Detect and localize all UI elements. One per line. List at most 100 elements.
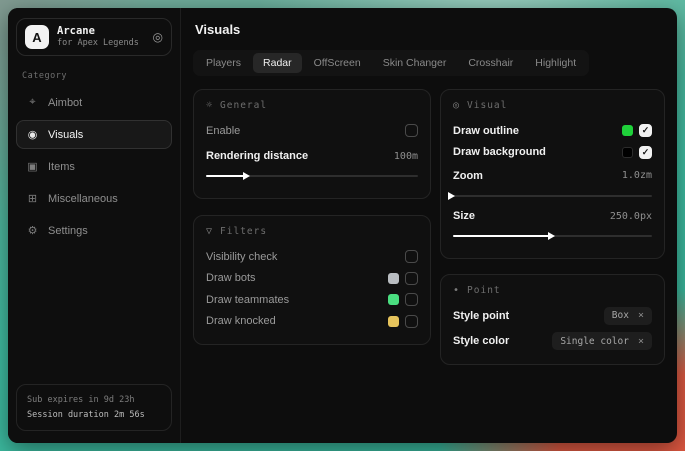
tab-skin-changer[interactable]: Skin Changer	[373, 53, 457, 73]
eye-icon: ◎	[453, 100, 460, 111]
sidebar-item-visuals[interactable]: ◉ Visuals	[16, 120, 172, 149]
size-row: Size 250.0px	[453, 206, 652, 228]
tab-offscreen[interactable]: OffScreen	[304, 53, 371, 73]
app-window: A Arcane for Apex Legends ◎ Category ⌖ A…	[8, 8, 677, 443]
sidebar-item-label: Items	[48, 161, 75, 173]
grid-icon: ⊞	[26, 192, 39, 205]
general-panel: ☼ General Enable Rendering distance 100m	[193, 89, 431, 199]
draw-teammates-checkbox[interactable]	[405, 293, 418, 306]
point-panel-title: Point	[467, 285, 501, 296]
filters-panel-title: Filters	[220, 226, 267, 237]
dot-icon: •	[453, 285, 460, 296]
draw-outline-label: Draw outline	[453, 125, 519, 137]
visual-panel: ◎ Visual Draw outline ✓ Draw background	[440, 89, 665, 259]
style-color-chip[interactable]: Single color ×	[552, 332, 652, 350]
enable-label: Enable	[206, 125, 240, 137]
sidebar-nav: ⌖ Aimbot ◉ Visuals ▣ Items ⊞ Miscellaneo…	[16, 88, 172, 245]
box-icon: ▣	[26, 160, 39, 173]
app-subtitle: for Apex Legends	[57, 38, 139, 49]
style-point-row: Style point Box ×	[453, 305, 652, 327]
funnel-icon: ▽	[206, 226, 213, 237]
rendering-distance-row: Rendering distance 100m	[206, 146, 418, 168]
panels-area: ☼ General Enable Rendering distance 100m	[193, 89, 665, 365]
sub-expires-text: Sub expires in 9d 23h	[27, 393, 161, 407]
slider-thumb[interactable]	[243, 172, 250, 180]
sidebar-item-label: Visuals	[48, 129, 83, 141]
slider-thumb[interactable]	[448, 192, 455, 200]
style-color-row: Style color Single color ×	[453, 331, 652, 353]
zoom-slider[interactable]	[453, 195, 652, 197]
sidebar-item-items[interactable]: ▣ Items	[16, 152, 172, 181]
draw-teammates-label: Draw teammates	[206, 294, 289, 306]
category-label: Category	[22, 71, 166, 81]
enable-row: Enable	[206, 120, 418, 142]
draw-knocked-label: Draw knocked	[206, 315, 276, 327]
draw-background-checkbox[interactable]: ✓	[639, 146, 652, 159]
app-logo: A	[25, 25, 49, 49]
draw-knocked-color-swatch[interactable]	[388, 316, 399, 327]
sidebar-item-label: Miscellaneous	[48, 193, 118, 205]
zoom-row: Zoom 1.0zm	[453, 165, 652, 187]
app-name: Arcane	[57, 25, 139, 38]
draw-background-row: Draw background ✓	[453, 142, 652, 164]
session-duration-text: Session duration 2m 56s	[27, 408, 161, 422]
visibility-check-label: Visibility check	[206, 251, 277, 263]
sidebar-item-aimbot[interactable]: ⌖ Aimbot	[16, 88, 172, 117]
style-color-label: Style color	[453, 335, 509, 347]
slider-thumb[interactable]	[548, 232, 555, 240]
draw-background-color-swatch[interactable]	[622, 147, 633, 158]
zoom-value: 1.0zm	[622, 170, 652, 181]
draw-outline-color-swatch[interactable]	[622, 125, 633, 136]
draw-bots-color-swatch[interactable]	[388, 273, 399, 284]
draw-teammates-row: Draw teammates	[206, 289, 418, 311]
target-icon[interactable]: ◎	[153, 30, 163, 44]
tab-players[interactable]: Players	[196, 53, 251, 73]
slider-fill	[453, 235, 553, 237]
draw-outline-row: Draw outline ✓	[453, 120, 652, 142]
visibility-check-checkbox[interactable]	[405, 250, 418, 263]
tab-radar[interactable]: Radar	[253, 53, 302, 73]
left-column: ☼ General Enable Rendering distance 100m	[193, 89, 431, 345]
draw-bots-row: Draw bots	[206, 268, 418, 290]
gear-icon: ⚙	[26, 224, 39, 237]
draw-knocked-checkbox[interactable]	[405, 315, 418, 328]
sidebar-item-label: Settings	[48, 225, 88, 237]
tab-crosshair[interactable]: Crosshair	[458, 53, 523, 73]
right-column: ◎ Visual Draw outline ✓ Draw background	[440, 89, 665, 365]
draw-outline-checkbox[interactable]: ✓	[639, 124, 652, 137]
style-point-chip[interactable]: Box ×	[604, 307, 652, 325]
draw-bots-checkbox[interactable]	[405, 272, 418, 285]
sidebar-item-label: Aimbot	[48, 97, 82, 109]
tab-highlight[interactable]: Highlight	[525, 53, 586, 73]
eye-icon: ◉	[26, 128, 39, 141]
visual-panel-header: ◎ Visual	[453, 100, 652, 111]
filters-panel-header: ▽ Filters	[206, 226, 418, 237]
point-panel-header: • Point	[453, 285, 652, 296]
size-label: Size	[453, 210, 475, 222]
general-panel-title: General	[220, 100, 267, 111]
point-panel: • Point Style point Box ×	[440, 274, 665, 365]
main-content: Visuals Players Radar OffScreen Skin Cha…	[181, 8, 677, 443]
slider-fill	[206, 175, 248, 177]
draw-background-label: Draw background	[453, 146, 546, 158]
draw-knocked-row: Draw knocked	[206, 311, 418, 333]
style-point-label: Style point	[453, 310, 509, 322]
draw-teammates-color-swatch[interactable]	[388, 294, 399, 305]
style-color-chip-label: Single color	[560, 336, 629, 347]
subscription-info: Sub expires in 9d 23h Session duration 2…	[16, 384, 172, 431]
sidebar-item-settings[interactable]: ⚙ Settings	[16, 216, 172, 245]
rendering-distance-value: 100m	[394, 151, 418, 162]
rendering-distance-slider[interactable]	[206, 175, 418, 177]
style-point-chip-label: Box	[612, 310, 629, 321]
size-slider[interactable]	[453, 235, 652, 237]
sidebar: A Arcane for Apex Legends ◎ Category ⌖ A…	[8, 8, 181, 443]
draw-bots-label: Draw bots	[206, 272, 256, 284]
close-icon[interactable]: ×	[638, 310, 644, 321]
visuals-tabbar: Players Radar OffScreen Skin Changer Cro…	[193, 50, 589, 76]
enable-checkbox[interactable]	[405, 124, 418, 137]
rendering-distance-label: Rendering distance	[206, 150, 308, 162]
page-title: Visuals	[195, 22, 665, 37]
sidebar-item-miscellaneous[interactable]: ⊞ Miscellaneous	[16, 184, 172, 213]
close-icon[interactable]: ×	[638, 336, 644, 347]
visual-panel-title: Visual	[467, 100, 507, 111]
